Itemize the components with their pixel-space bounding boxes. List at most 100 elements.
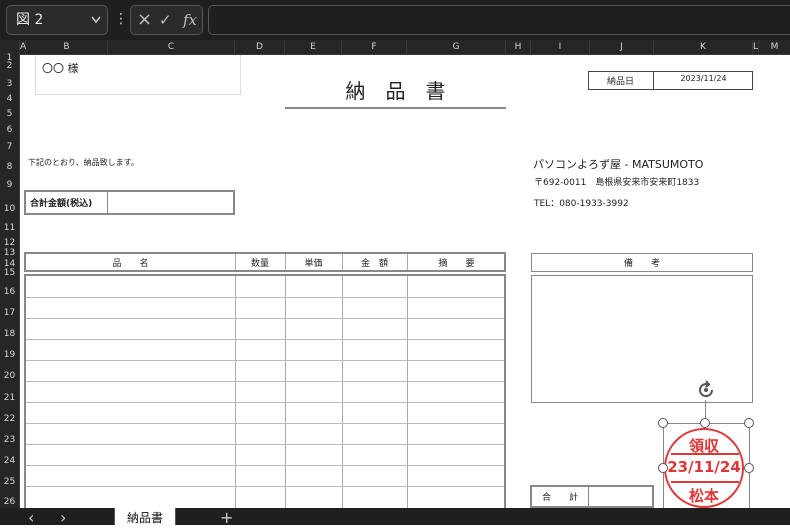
column-divider xyxy=(235,276,236,508)
table-row[interactable] xyxy=(26,339,504,340)
column-divider xyxy=(342,276,343,508)
row-header-19[interactable]: 19 xyxy=(0,350,19,360)
row-header-13[interactable]: 13 xyxy=(0,248,19,258)
sheet-tab-active[interactable]: 納品書 xyxy=(114,508,176,525)
row-header-23[interactable]: 23 xyxy=(0,435,19,445)
header-divider xyxy=(342,254,343,270)
row-header-8[interactable]: 8 xyxy=(0,162,19,172)
column-header-m[interactable]: M xyxy=(759,40,790,54)
formula-bar: 図 2 ⋮ × ✓ fx xyxy=(0,0,790,40)
header-quantity: 数量 xyxy=(250,259,269,269)
table-row[interactable] xyxy=(26,297,504,298)
header-amount: 金 額 xyxy=(360,259,388,269)
header-divider xyxy=(407,254,408,270)
row-header-11[interactable]: 11 xyxy=(0,223,19,233)
insert-function-icon[interactable]: fx xyxy=(183,6,197,34)
title-underline xyxy=(285,107,506,109)
row-header-25[interactable]: 25 xyxy=(0,477,19,487)
row-header-4[interactable]: 4 xyxy=(0,94,19,104)
select-all-corner[interactable] xyxy=(0,40,20,54)
subtotal-label: 合 計 xyxy=(541,493,578,503)
formula-controls: × ✓ fx xyxy=(130,5,203,35)
row-header-15[interactable]: 15 xyxy=(0,268,19,278)
column-divider xyxy=(407,276,408,508)
resize-handle-right[interactable] xyxy=(744,463,754,473)
table-row[interactable] xyxy=(26,381,504,382)
header-divider xyxy=(285,254,286,270)
row-header-9[interactable]: 9 xyxy=(0,180,19,190)
stamp-bottom-text: 松本 xyxy=(688,487,719,505)
header-unit-price: 単価 xyxy=(304,259,323,269)
row-header-6[interactable]: 6 xyxy=(0,125,19,135)
company-name: パソコンよろず屋 - MATSUMOTO xyxy=(533,158,704,171)
enter-icon[interactable]: ✓ xyxy=(159,6,172,34)
column-header-b[interactable]: B xyxy=(26,40,108,54)
column-header: A B C D E F G H I J K L M xyxy=(0,40,790,55)
resize-handle-top[interactable] xyxy=(700,418,710,428)
prev-sheet-icon[interactable]: ‹ xyxy=(28,508,34,528)
stamp-top-text: 領収 xyxy=(688,437,719,455)
resize-handle-top-right[interactable] xyxy=(744,418,754,428)
column-header-e[interactable]: E xyxy=(285,40,342,54)
row-header-16[interactable]: 16 xyxy=(0,287,19,297)
more-options-icon[interactable]: ⋮ xyxy=(114,8,128,30)
row-header-26[interactable]: 26 xyxy=(0,497,19,507)
row-header-10[interactable]: 10 xyxy=(0,204,19,214)
table-row[interactable] xyxy=(26,360,504,361)
column-header-g[interactable]: G xyxy=(407,40,506,54)
total-divider xyxy=(107,192,108,213)
table-row[interactable] xyxy=(26,423,504,424)
table-row[interactable] xyxy=(26,465,504,466)
worksheet[interactable]: 〇〇 様 納 品 書 納品日 2023/11/24 下記のとおり、納品致します。… xyxy=(20,55,790,508)
company-tel: TEL：080-1933-3992 xyxy=(534,199,629,209)
row-header-12[interactable]: 12 xyxy=(0,238,19,248)
column-header-j[interactable]: J xyxy=(590,40,654,54)
column-header-h[interactable]: H xyxy=(506,40,531,54)
stamp-bottom-line xyxy=(671,481,739,483)
row-header: 1 2 3 4 5 6 7 8 9 10 11 12 13 14 15 16 1… xyxy=(0,53,20,508)
row-header-3[interactable]: 3 xyxy=(0,79,19,89)
cancel-icon[interactable]: × xyxy=(137,6,152,34)
formula-input[interactable] xyxy=(208,5,790,35)
row-header-2[interactable]: 2 xyxy=(0,61,19,71)
resize-handle-top-left[interactable] xyxy=(658,418,668,428)
column-header-i[interactable]: I xyxy=(531,40,590,54)
rotate-handle-icon[interactable] xyxy=(694,378,718,402)
row-header-18[interactable]: 18 xyxy=(0,329,19,339)
column-header-c[interactable]: C xyxy=(108,40,235,54)
row-header-7[interactable]: 7 xyxy=(0,142,19,152)
table-row[interactable] xyxy=(26,444,504,445)
table-row[interactable] xyxy=(26,486,504,487)
row-header-21[interactable]: 21 xyxy=(0,393,19,403)
document-title: 納 品 書 xyxy=(345,79,446,103)
column-divider xyxy=(285,276,286,508)
table-row[interactable] xyxy=(26,402,504,403)
resize-handle-left[interactable] xyxy=(658,463,668,473)
intro-text: 下記のとおり、納品致します。 xyxy=(28,158,139,167)
company-address: 〒692-0011 島根県安来市安来町1833 xyxy=(534,178,700,188)
row-header-22[interactable]: 22 xyxy=(0,414,19,424)
row-header-5[interactable]: 5 xyxy=(0,109,19,119)
add-sheet-icon[interactable]: + xyxy=(220,508,233,528)
column-header-f[interactable]: F xyxy=(342,40,407,54)
column-header-k[interactable]: K xyxy=(654,40,753,54)
date-value: 2023/11/24 xyxy=(680,74,727,83)
header-summary: 摘 要 xyxy=(438,259,475,269)
total-amount-label: 合計金額(税込) xyxy=(30,199,93,209)
row-header-20[interactable]: 20 xyxy=(0,371,19,381)
items-table-body xyxy=(24,274,506,508)
recipient-name: 〇〇 様 xyxy=(42,62,79,75)
next-sheet-icon[interactable]: › xyxy=(60,508,66,528)
remarks-label: 備 考 xyxy=(623,259,660,269)
column-header-d[interactable]: D xyxy=(235,40,285,54)
date-label: 納品日 xyxy=(606,77,634,87)
row-header-17[interactable]: 17 xyxy=(0,308,19,318)
remarks-area[interactable] xyxy=(531,275,753,403)
subtotal-divider xyxy=(588,487,589,506)
stamp-date-text: 23/11/24 xyxy=(667,458,741,476)
name-box[interactable]: 図 2 xyxy=(6,5,108,35)
name-box-value: 図 2 xyxy=(16,12,44,28)
header-item-name: 品 名 xyxy=(112,259,149,269)
table-row[interactable] xyxy=(26,318,504,319)
row-header-24[interactable]: 24 xyxy=(0,456,19,466)
